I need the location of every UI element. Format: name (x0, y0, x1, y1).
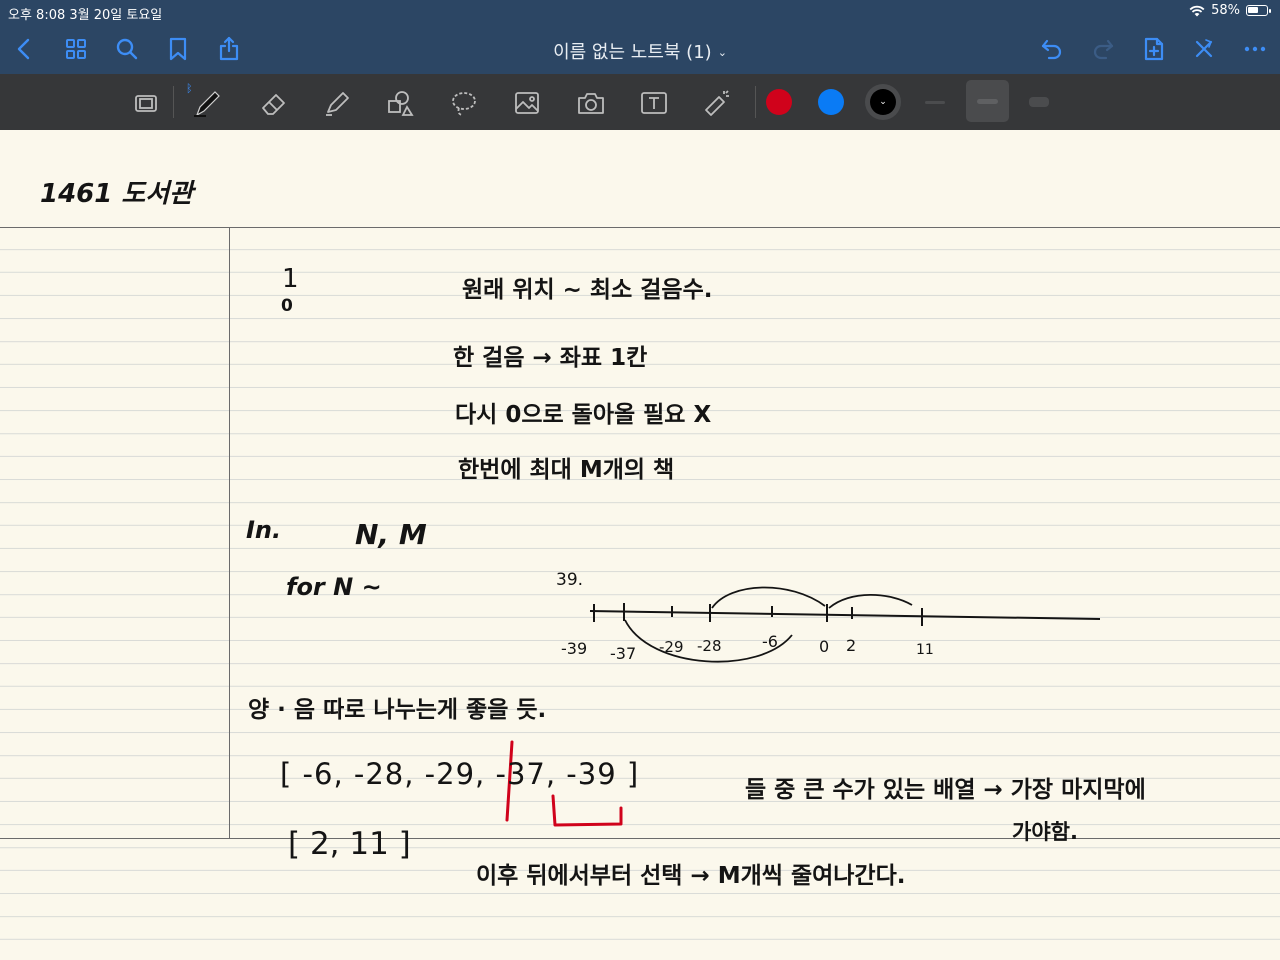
for-loop-note: for N ~ (286, 573, 382, 601)
pen-icon[interactable] (190, 86, 224, 120)
note-line-1: 원래 위치 ~ 최소 걸음수. (462, 277, 713, 303)
note-title: 1461 도서관 (40, 179, 194, 209)
camera-icon[interactable] (574, 86, 608, 120)
laser-pointer-icon[interactable] (700, 86, 734, 120)
status-bar: 오후 8:08 3월 20일 토요일 58% (0, 0, 1280, 24)
note-line-4: 한번에 최대 M개의 책 (458, 457, 675, 483)
tick-label: 2 (846, 636, 857, 655)
battery-indicator: 58% (1189, 3, 1271, 18)
positive-array: [ 2, 11 ] (288, 826, 411, 862)
battery-icon (1246, 5, 1271, 16)
tick-label: -39 (561, 639, 588, 658)
input-label: In. (246, 516, 282, 544)
chevron-down-icon: ⌄ (717, 46, 727, 59)
chevron-down-icon: ⌄ (879, 96, 887, 107)
undo-icon[interactable] (1037, 34, 1067, 64)
color-swatch-red[interactable] (766, 89, 792, 115)
tick-label: 11 (916, 642, 934, 658)
tick-label: 0 (819, 637, 830, 656)
number-line (589, 610, 1101, 620)
input-variables: N, M (355, 518, 427, 551)
arc-above-1 (711, 586, 826, 609)
tick-label: -37 (610, 644, 637, 663)
stroke-size-medium-selected[interactable] (966, 80, 1009, 122)
ink-strokes (505, 586, 1101, 827)
after-note: 이후 뒤에서부터 선택 → M개씩 줄여나간다. (476, 863, 906, 889)
note-line-3: 다시 0으로 돌아올 필요 X (455, 402, 712, 428)
redo-icon[interactable] (1088, 34, 1118, 64)
toolbar-divider (173, 86, 174, 118)
number-line-top-label: 39. (556, 570, 584, 590)
stroke-size-thick[interactable] (1029, 97, 1049, 107)
red-bracket (551, 794, 623, 827)
battery-percent: 58% (1211, 3, 1240, 18)
image-icon[interactable] (510, 86, 544, 120)
document-title-text: 이름 없는 노트북 (1) (553, 42, 712, 63)
add-page-icon[interactable] (1139, 34, 1169, 64)
read-mode-icon[interactable] (129, 86, 163, 120)
eraser-icon[interactable] (257, 86, 291, 120)
note-line-2: 한 걸음 → 좌표 1칸 (453, 345, 648, 371)
arc-above-2 (828, 593, 913, 609)
color-swatch-blue[interactable] (818, 89, 844, 115)
far-array-note: 들 중 큰 수가 있는 배열 → 가장 마지막에 (745, 777, 1146, 803)
close-icon[interactable] (1189, 34, 1219, 64)
more-icon[interactable] (1240, 34, 1270, 64)
color-swatch-black-selected[interactable]: ⌄ (865, 84, 901, 120)
battery-fill (1248, 7, 1258, 13)
tick-label: -28 (697, 637, 722, 655)
highlighter-icon[interactable] (320, 86, 354, 120)
far-array-note-2: 가야함. (1012, 820, 1078, 844)
bluetooth-icon: ᛒ (186, 82, 193, 95)
lasso-icon[interactable] (447, 86, 481, 120)
notebook-page[interactable]: 1461 도서관 1 0 원래 위치 ~ 최소 걸음수. 한 걸음 → 좌표 1… (0, 130, 1280, 960)
negative-array: [ -6, -28, -29, -37, -39 ] (280, 757, 640, 791)
text-icon[interactable] (637, 86, 671, 120)
stroke-size-thin[interactable] (925, 101, 945, 104)
nav-bar: 이름 없는 노트북 (1) ⌄ (0, 24, 1280, 74)
wifi-icon (1189, 5, 1205, 16)
note-item-number: 1 (282, 264, 299, 294)
tick-label: -6 (762, 632, 778, 651)
tool-bar: ᛒ (0, 74, 1280, 130)
stroke-size-medium (977, 99, 998, 104)
toolbar-divider (755, 86, 756, 118)
color-swatch-black: ⌄ (870, 89, 896, 115)
split-note: 양 · 음 따로 나누는게 좋을 듯. (248, 697, 547, 723)
tick-label: -29 (659, 638, 684, 656)
status-time: 오후 8:08 3월 20일 토요일 (8, 8, 163, 23)
note-item-circle: 0 (281, 296, 293, 316)
shapes-icon[interactable] (383, 86, 417, 120)
